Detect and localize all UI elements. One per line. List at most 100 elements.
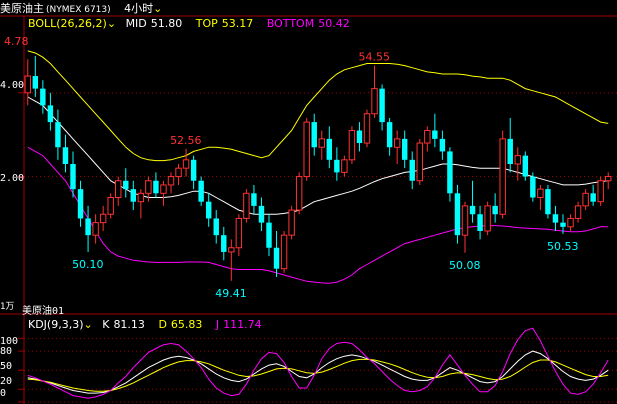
candle-body-up xyxy=(537,188,544,198)
kdj-axis-tick: 80 xyxy=(0,346,13,357)
kdj-j-line xyxy=(27,327,609,399)
chart-header: 美原油主 (NYMEX 6713) 4小时⌄ xyxy=(0,0,162,16)
kdj-d-label: D xyxy=(158,318,167,331)
candle-body-up xyxy=(288,209,295,236)
candle-body-up xyxy=(280,234,288,270)
candle-body-up xyxy=(182,159,190,169)
kdj-axis-tick: 50 xyxy=(0,361,13,372)
candle-body-up xyxy=(175,167,182,178)
candle-body-up xyxy=(318,138,325,148)
price-extreme-label: 54.55 xyxy=(359,51,391,64)
candle-body-down xyxy=(258,205,265,223)
candle-body-down xyxy=(409,159,415,181)
candle-body-down xyxy=(334,159,340,173)
kdj-lines xyxy=(27,327,609,399)
instrument-name[interactable]: 美原油主 xyxy=(0,0,44,16)
candle-body-down xyxy=(273,247,280,269)
boll-title[interactable]: BOLL(26,26,2) xyxy=(28,17,107,30)
candle-body-up xyxy=(416,142,423,182)
kdj-axis-tick: 0 xyxy=(0,388,7,399)
candle-body-down xyxy=(492,205,498,215)
boll-top-value: 53.17 xyxy=(221,17,254,30)
candle-body-down xyxy=(32,76,39,89)
candle-body-up xyxy=(597,180,604,203)
kdj-dropdown-icon[interactable]: ⌄ xyxy=(84,318,93,331)
kdj-k-value: 81.13 xyxy=(113,318,145,331)
candle-body-up xyxy=(574,205,582,219)
candle-body-down xyxy=(356,130,363,144)
candle-body-up xyxy=(514,155,521,165)
candle-body-up xyxy=(424,130,431,144)
candle-body-up xyxy=(341,159,348,173)
candle-body-up xyxy=(24,75,31,94)
candle-body-up xyxy=(167,176,175,186)
boll-legend: BOLL(26,26,2)⌄ MID 51.80 TOP 53.17 BOTTOM 5… xyxy=(28,17,360,30)
price-axis-tick: 4.00 xyxy=(0,80,25,91)
candle-body-down xyxy=(439,138,446,152)
price-chart: 4.78 52.56 54.55 50.10 49.41 50.08 50.53 xyxy=(0,15,617,404)
candle-body-down xyxy=(379,88,385,123)
candle-body-down xyxy=(560,222,566,227)
candle-body-down xyxy=(77,189,84,219)
candle-body-down xyxy=(85,218,91,236)
candle-body-down xyxy=(507,138,513,164)
candle-body-down xyxy=(326,138,333,160)
candle-body-up xyxy=(363,113,371,144)
candle-body-up xyxy=(605,176,612,182)
candle-body-up xyxy=(348,130,356,161)
candle-body-down xyxy=(469,205,476,215)
boll-mid-line xyxy=(27,96,609,215)
candle-body-down xyxy=(447,151,453,194)
candle-body-down xyxy=(123,180,129,190)
candle-body-up xyxy=(243,192,250,219)
candle-body-up xyxy=(295,176,303,211)
boll-mid-label: MID xyxy=(125,17,147,30)
kdj-title[interactable]: KDJ(9,3,3) xyxy=(28,318,84,331)
sub-label-contract: 美原油01 xyxy=(22,306,65,317)
candle-body-up xyxy=(228,247,235,253)
candle-body-down xyxy=(205,201,212,219)
boll-dropdown-icon[interactable]: ⌄ xyxy=(107,17,116,30)
kdj-legend: KDJ(9,3,3)⌄ K 81.13 D 65.83 J 111.74 xyxy=(28,318,272,331)
candle-body-up xyxy=(303,121,310,178)
boll-top-label: TOP xyxy=(195,17,218,30)
candle-body-down xyxy=(70,164,76,190)
candle-body-down xyxy=(477,214,483,231)
price-axis-tick: 2.00 xyxy=(0,173,25,184)
boll-lower-line xyxy=(27,146,609,284)
candle-body-up xyxy=(484,205,491,232)
candle-body-up xyxy=(461,205,469,236)
sub-label-volume: 1万 xyxy=(0,302,15,312)
price-extreme-label: 50.53 xyxy=(547,240,579,253)
candle-body-down xyxy=(62,147,69,164)
kdj-axis-tick: 20 xyxy=(0,376,13,387)
candle-body-down xyxy=(266,222,272,248)
candle-body-down xyxy=(545,189,551,215)
candle-body-up xyxy=(115,180,122,198)
candle-body-up xyxy=(137,192,145,203)
candle-body-down xyxy=(401,138,408,160)
boll-upper-line xyxy=(27,50,609,162)
price-extreme-label: 50.08 xyxy=(449,259,481,272)
candle-body-up xyxy=(99,213,107,224)
price-extreme-label: 50.10 xyxy=(72,258,104,271)
candle-body-down xyxy=(530,176,536,198)
candle-body-up xyxy=(371,88,378,115)
candle-body-down xyxy=(590,193,596,202)
candle-body-down xyxy=(221,235,227,252)
candle-body-down xyxy=(40,88,46,106)
candle-body-down xyxy=(213,218,219,236)
candle-body-up xyxy=(107,197,114,215)
candle-body-up xyxy=(92,222,99,236)
candle-body-up xyxy=(567,217,574,228)
candle-body-up xyxy=(393,138,401,148)
period-dropdown-icon[interactable]: ⌄ xyxy=(153,2,162,15)
boll-bottom-value: 50.42 xyxy=(318,17,350,30)
boll-bands xyxy=(27,50,609,284)
candle-body-down xyxy=(47,105,54,123)
price-extreme-label: 49.41 xyxy=(215,287,247,300)
period-label[interactable]: 4小时 xyxy=(124,0,153,16)
kdj-d-value: 65.83 xyxy=(170,318,203,331)
candle-body-down xyxy=(454,193,461,236)
candlesticks xyxy=(24,55,612,281)
